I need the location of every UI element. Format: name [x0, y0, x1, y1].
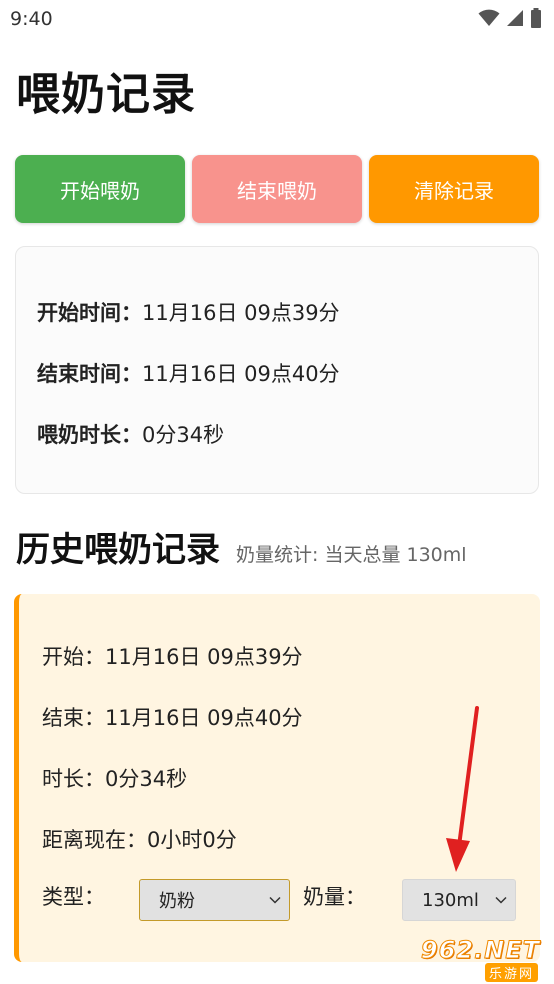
status-bar: 9:40 — [0, 0, 554, 38]
type-select-value: 奶粉 — [159, 891, 195, 912]
amount-label: 奶量： — [303, 885, 366, 909]
signal-icon — [507, 10, 523, 26]
end-feeding-button[interactable]: 结束喂奶 — [192, 155, 362, 223]
watermark-main: 962.NET — [420, 936, 540, 965]
history-title: 历史喂奶记录 — [16, 530, 220, 570]
watermark-logo: 962.NET 乐游网 — [414, 936, 550, 982]
type-label: 类型： — [42, 885, 105, 909]
status-icons — [478, 8, 542, 28]
end-time-label: 结束时间： — [37, 362, 142, 386]
history-record-card: 开始：11月16日 09点39分 结束：11月16日 09点40分 时长：0分3… — [14, 594, 540, 962]
clear-records-button[interactable]: 清除记录 — [369, 155, 539, 223]
watermark-sub: 乐游网 — [484, 963, 538, 982]
record-duration: 时长：0分34秒 — [42, 767, 188, 791]
start-time-label: 开始时间： — [37, 301, 142, 325]
battery-icon — [531, 8, 541, 28]
duration-label: 喂奶时长： — [37, 423, 142, 447]
start-feeding-button[interactable]: 开始喂奶 — [15, 155, 185, 223]
action-buttons: 开始喂奶 结束喂奶 清除记录 — [15, 155, 539, 223]
record-end: 结束：11月16日 09点40分 — [42, 706, 303, 730]
chevron-down-icon — [495, 896, 507, 904]
start-time-row: 开始时间：11月16日 09点39分 — [37, 297, 340, 327]
amount-select-value: 130ml — [422, 889, 479, 911]
daily-total-stat: 奶量统计: 当天总量 130ml — [236, 544, 467, 566]
start-time-value: 11月16日 09点39分 — [142, 301, 340, 325]
chevron-down-icon — [269, 896, 281, 904]
amount-select[interactable]: 130ml — [402, 879, 516, 921]
wifi-icon — [478, 9, 500, 26]
end-time-value: 11月16日 09点40分 — [142, 362, 340, 386]
duration-row: 喂奶时长：0分34秒 — [37, 419, 224, 449]
record-start: 开始：11月16日 09点39分 — [42, 645, 303, 669]
duration-value: 0分34秒 — [142, 423, 225, 447]
record-elapsed: 距离现在：0小时0分 — [42, 828, 237, 852]
status-time: 9:40 — [10, 8, 53, 30]
end-time-row: 结束时间：11月16日 09点40分 — [37, 358, 340, 388]
history-header: 历史喂奶记录 奶量统计: 当天总量 130ml — [16, 522, 467, 571]
type-select[interactable]: 奶粉 — [139, 879, 290, 921]
current-feeding-card: 开始时间：11月16日 09点39分 结束时间：11月16日 09点40分 喂奶… — [15, 246, 539, 494]
page-title: 喂奶记录 — [16, 69, 196, 120]
